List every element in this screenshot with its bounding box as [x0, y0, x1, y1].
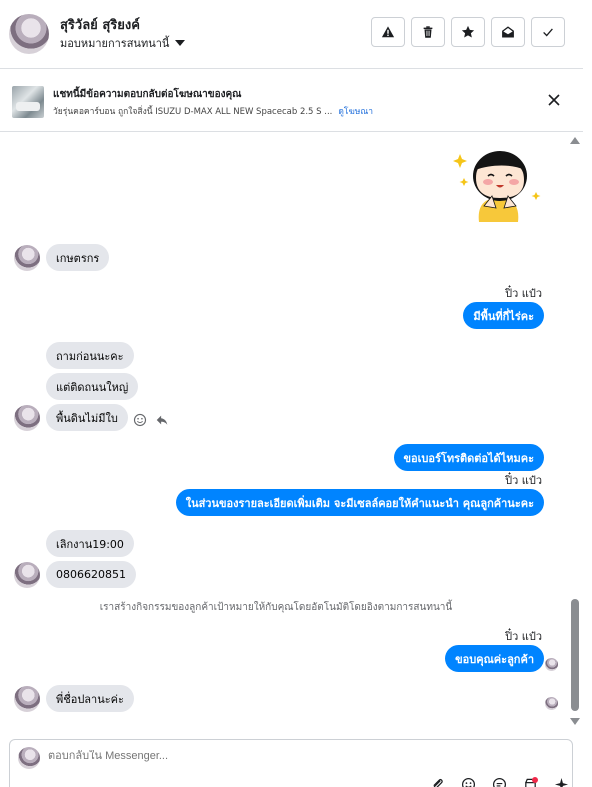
- ad-text: วัยรุ่นคอคาร์บอน ถูกใจสิ่งนี้ ISUZU D-MA…: [53, 107, 333, 117]
- star-icon: [461, 25, 475, 38]
- ad-description: วัยรุ่นคอคาร์บอน ถูกใจสิ่งนี้ ISUZU D-MA…: [53, 104, 373, 118]
- composer-toolbar: [430, 777, 569, 787]
- sender-name: ปิ๋ว แป๋ว: [505, 287, 542, 300]
- caret-down-icon: [175, 40, 186, 46]
- outgoing-message[interactable]: ขอเบอร์โทรติดต่อได้ไหมคะ: [393, 444, 544, 471]
- trash-icon: [423, 26, 433, 38]
- header-actions: [371, 17, 565, 47]
- sender-name: ปิ๋ว แป๋ว: [505, 630, 542, 643]
- assign-label: มอบหมายการสนทนานี้: [60, 37, 170, 50]
- outgoing-message[interactable]: ในส่วนของรายละเอียดเพิ่มเติม จะมีเซลล์คอ…: [175, 489, 544, 516]
- outgoing-message[interactable]: มีพื้นที่กี่ไร่คะ: [463, 302, 544, 329]
- attachment-icon[interactable]: [430, 777, 445, 787]
- incoming-message[interactable]: เกษตรกร: [46, 244, 110, 271]
- scroll-down-arrow[interactable]: [570, 718, 580, 725]
- saved-replies-icon[interactable]: [492, 777, 507, 787]
- star-button[interactable]: [451, 17, 485, 47]
- sender-name: ปิ๋ว แป๋ว: [505, 474, 542, 487]
- scrollbar-thumb[interactable]: [571, 599, 579, 711]
- scroll-up-arrow[interactable]: [570, 137, 580, 144]
- mark-unread-button[interactable]: [491, 17, 525, 47]
- mark-spam-button[interactable]: [371, 17, 405, 47]
- assign-conversation-dropdown[interactable]: มอบหมายการสนทนานี้: [60, 34, 186, 52]
- contact-avatar-small[interactable]: [14, 686, 40, 712]
- incoming-message[interactable]: 0806620851: [46, 561, 136, 588]
- view-ad-link[interactable]: ดูโฆษณา: [338, 107, 373, 117]
- smiley-icon[interactable]: [133, 413, 147, 427]
- read-receipt-avatar: [545, 658, 558, 671]
- checkmark-icon: [543, 28, 553, 37]
- ad-thumbnail[interactable]: [12, 86, 44, 118]
- system-message: เราสร้างกิจกรรมของลูกค้าเป้าหมายให้กับคุ…: [99, 602, 453, 613]
- notification-dot: [532, 777, 538, 783]
- incoming-message[interactable]: ถามก่อนนะคะ: [46, 342, 134, 369]
- incoming-message[interactable]: แต่ติดถนนใหญ่: [46, 373, 139, 400]
- ad-reply-banner: แชทนี้มีข้อความตอบกลับต่อโฆษณาของคุณ วัย…: [0, 70, 583, 132]
- read-receipt-avatar: [545, 697, 558, 710]
- close-icon[interactable]: [546, 92, 562, 108]
- contact-avatar-small[interactable]: [14, 562, 40, 588]
- reply-icon[interactable]: [155, 413, 169, 427]
- warning-icon: [381, 26, 395, 38]
- delete-button[interactable]: [411, 17, 445, 47]
- contact-avatar-small[interactable]: [14, 405, 40, 431]
- sticker-image[interactable]: [452, 140, 542, 225]
- mark-done-button[interactable]: [531, 17, 565, 47]
- incoming-message[interactable]: เลิกงาน19:00: [46, 530, 134, 557]
- contact-avatar-small[interactable]: [14, 245, 40, 271]
- sparkle-icon[interactable]: [554, 777, 569, 787]
- envelope-open-icon: [502, 26, 514, 38]
- incoming-message[interactable]: พี่ชื่อปลานะค่ะ: [46, 685, 134, 712]
- contact-avatar[interactable]: [9, 14, 49, 54]
- contact-name[interactable]: สุริวัลย์ สุริยงค์: [60, 14, 140, 35]
- emoji-icon[interactable]: [461, 777, 476, 787]
- outgoing-message[interactable]: ขอบคุณค่ะลูกค้า: [445, 645, 544, 672]
- conversation-header: สุริวัลย์ สุริยงค์ มอบหมายการสนทนานี้: [0, 0, 583, 69]
- incoming-message[interactable]: พื้นดินไม่มีใบ: [46, 404, 128, 431]
- ad-banner-title: แชทนี้มีข้อความตอบกลับต่อโฆษณาของคุณ: [53, 89, 242, 100]
- message-actions: [133, 413, 169, 427]
- page-avatar: [18, 747, 40, 769]
- message-composer: [9, 739, 573, 787]
- reply-input[interactable]: [48, 750, 528, 762]
